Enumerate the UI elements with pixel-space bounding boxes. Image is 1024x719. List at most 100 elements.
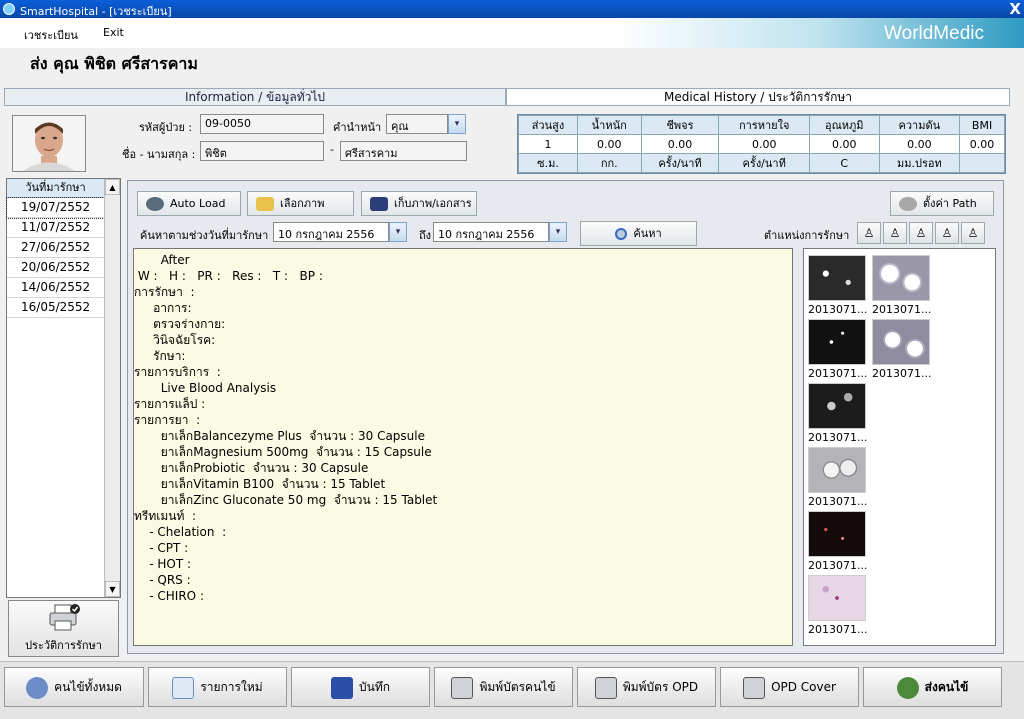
thumbnail-image[interactable]	[808, 575, 866, 621]
thumbnail-image[interactable]	[808, 255, 866, 301]
send-patient-label: ส่งคนไข้	[924, 680, 969, 694]
print-opd-card-label: พิมพ์บัตร OPD	[622, 680, 699, 694]
vitals-value-cell[interactable]: 0.00	[576, 134, 642, 154]
thumbnail-label: 2013071...	[872, 303, 932, 316]
all-patients-label: คนไข้ทั้งหมด	[54, 680, 122, 694]
print-patient-card-label: พิมพ์บัตรคนไข้	[479, 680, 556, 694]
printer-check-icon	[49, 604, 80, 631]
position-front-button[interactable]: ♙	[857, 222, 881, 244]
vitals-unit-cell	[959, 153, 1005, 173]
scroll-down-icon[interactable]: ▼	[105, 581, 120, 597]
print-opd-card-button[interactable]: พิมพ์บัตร OPD	[577, 667, 716, 707]
name-dash: -	[330, 143, 334, 156]
opd-cover-label: OPD Cover	[771, 680, 836, 694]
position-back-button[interactable]: ♙	[883, 222, 907, 244]
note-line: รายการยา :	[134, 413, 201, 427]
scanner-icon	[370, 197, 388, 211]
auto-load-button[interactable]: Auto Load	[137, 191, 241, 216]
visit-date-item[interactable]: 11/07/2552	[7, 218, 104, 238]
to-date-dropdown-icon[interactable]: ▾	[549, 222, 567, 242]
note-line: ยาเล็กVitamin B100 จำนวน : 15 Tablet	[134, 477, 386, 491]
tab-medical-history[interactable]: Medical History / ประวัติการรักษา	[506, 88, 1010, 106]
print-patient-card-button[interactable]: พิมพ์บัตรคนไข้	[434, 667, 573, 707]
vitals-value-cell[interactable]: 1	[518, 134, 578, 154]
visit-date-item[interactable]: 20/06/2552	[7, 258, 104, 278]
last-name-field[interactable]: ศรีสารคาม	[340, 141, 467, 161]
save-button[interactable]: บันทึก	[291, 667, 430, 707]
printer-icon	[594, 676, 617, 699]
vitals-value-cell[interactable]: 0.00	[808, 134, 880, 154]
gear-icon	[899, 197, 917, 211]
vitals-header-cell: ส่วนสูง	[518, 115, 578, 135]
name-label: ชื่อ - นามสกุล :	[122, 148, 196, 161]
vitals-value-cell[interactable]: 0.00	[878, 134, 961, 154]
vitals-value-cell[interactable]: 0.00	[718, 134, 810, 154]
from-date-field[interactable]: 10 กรกฎาคม 2556	[273, 222, 389, 242]
scroll-up-icon[interactable]: ▲	[105, 179, 120, 195]
thumbnail-image[interactable]	[872, 319, 930, 365]
vitals-header-cell: ชีพจร	[640, 115, 720, 135]
hn-field[interactable]: 09-0050	[200, 114, 324, 134]
new-item-button[interactable]: รายการใหม่	[148, 667, 287, 707]
vitals-table: ส่วนสูง น้ำหนัก ชีพจร การหายใจ อุณหภูมิ ความด…	[517, 114, 1006, 174]
position-label: ตำแหน่งการรักษา	[764, 229, 850, 242]
position-left-button[interactable]: ♙	[909, 222, 933, 244]
note-line: วินิจฉัยโรค:	[134, 333, 216, 347]
printer-icon	[451, 676, 474, 699]
visit-date-item[interactable]: 27/06/2552	[7, 238, 104, 258]
note-line: - CHIRO :	[134, 589, 204, 603]
menu-exit[interactable]: Exit	[103, 26, 124, 39]
document-icon	[172, 676, 195, 699]
hn-label: รหัสผู้ป่วย :	[139, 121, 193, 134]
prefix-select[interactable]: คุณ	[386, 114, 448, 134]
select-image-label: เลือกภาพ	[280, 197, 325, 210]
menu-medical-record[interactable]: เวชระเบียน	[24, 26, 78, 44]
position-right-button[interactable]: ♙	[935, 222, 959, 244]
vitals-unit-cell: ซ.ม.	[518, 153, 578, 173]
visit-date-item[interactable]: 16/05/2552	[7, 298, 104, 318]
search-button[interactable]: ค้นหา	[580, 221, 697, 246]
treatment-history-button[interactable]: ประวัติการรักษา	[8, 600, 119, 657]
visit-date-header: วันที่มารักษา	[7, 179, 104, 198]
treatment-notes[interactable]: After W : H : PR : Res : T : BP : การรักษ…	[133, 248, 793, 646]
first-name-field[interactable]: พิชิต	[200, 141, 324, 161]
patient-photo	[12, 115, 86, 172]
thumbnail-label: 2013071...	[808, 367, 868, 380]
users-icon	[26, 676, 49, 699]
vitals-value-cell[interactable]: 0.00	[959, 134, 1005, 154]
visit-date-item[interactable]: 19/07/2552	[6, 197, 105, 219]
opd-cover-button[interactable]: OPD Cover	[720, 667, 859, 707]
vitals-value-cell[interactable]: 0.00	[640, 134, 720, 154]
note-line: ยาเล็กBalancezyme Plus จำนวน : 30 Capsul…	[134, 429, 425, 443]
app-icon	[3, 3, 15, 15]
set-path-button[interactable]: ตั้งค่า Path	[890, 191, 994, 216]
send-patient-button[interactable]: ส่งคนไข้	[863, 667, 1002, 707]
prefix-dropdown-icon[interactable]: ▾	[448, 114, 466, 134]
visit-date-item[interactable]: 14/06/2552	[7, 278, 104, 298]
to-date-field[interactable]: 10 กรกฎาคม 2556	[433, 222, 549, 242]
thumbnail-image[interactable]	[808, 383, 866, 429]
thumbnail-image[interactable]	[808, 447, 866, 493]
position-head-button[interactable]: ♙	[961, 222, 985, 244]
close-button[interactable]: X	[1009, 0, 1021, 18]
note-line: รายการบริการ :	[134, 365, 221, 379]
thumbnail-image[interactable]	[808, 319, 866, 365]
tab-information[interactable]: Information / ข้อมูลทั่วไป	[4, 88, 506, 106]
all-patients-button[interactable]: คนไข้ทั้งหมด	[4, 667, 144, 707]
thumbnail-image[interactable]	[872, 255, 930, 301]
patient-name-title: ส่ง คุณ พิชิต ศรีสารคาม	[30, 54, 198, 73]
person-right-icon: ♙	[941, 226, 953, 240]
note-line: ตรวจร่างกาย:	[134, 317, 226, 331]
from-date-dropdown-icon[interactable]: ▾	[389, 222, 407, 242]
scan-document-button[interactable]: เก็บภาพ/เอกสาร	[361, 191, 477, 216]
search-label: ค้นหา	[633, 227, 662, 240]
vitals-unit-cell: C	[808, 153, 880, 173]
to-label: ถึง	[419, 229, 432, 242]
date-list-scrollbar[interactable]: ▲ ▼	[104, 179, 120, 597]
camera-icon	[146, 197, 164, 211]
vitals-unit-cell: กก.	[576, 153, 642, 173]
note-line: รายการแล็ป :	[134, 397, 206, 411]
select-image-button[interactable]: เลือกภาพ	[247, 191, 354, 216]
thumbnail-image[interactable]	[808, 511, 866, 557]
note-line: - CPT :	[134, 541, 189, 555]
